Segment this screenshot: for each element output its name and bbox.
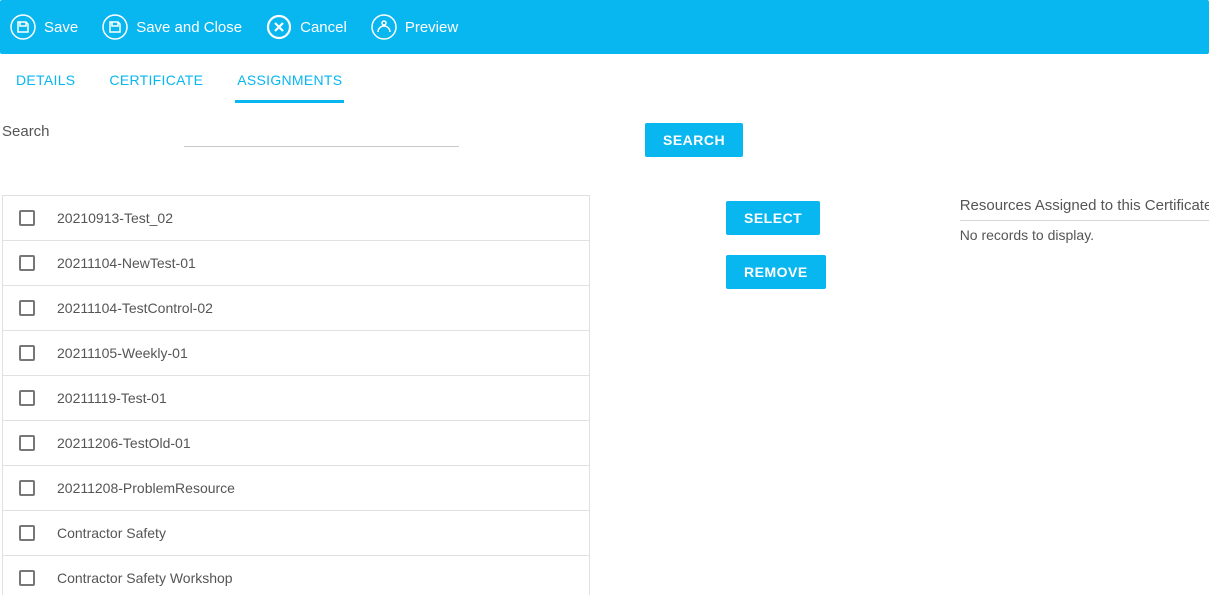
save-and-close-button[interactable]: Save and Close xyxy=(102,14,242,40)
search-input[interactable] xyxy=(184,121,459,147)
list-item-label: 20211104-NewTest-01 xyxy=(57,255,196,271)
main-area: 20210913-Test_02 20211104-NewTest-01 20211… xyxy=(0,195,1209,595)
list-item[interactable]: 20211104-NewTest-01 xyxy=(3,241,589,286)
tab-assignments[interactable]: ASSIGNMENTS xyxy=(235,72,344,103)
search-row: Search SEARCH xyxy=(0,103,1209,157)
top-toolbar: Save Save and Close Cancel Previ xyxy=(0,0,1209,54)
checkbox[interactable] xyxy=(19,480,35,496)
list-item-label: Contractor Safety xyxy=(57,525,166,541)
list-item[interactable]: 20211105-Weekly-01 xyxy=(3,331,589,376)
select-button[interactable]: SELECT xyxy=(726,201,820,235)
search-button[interactable]: SEARCH xyxy=(645,123,743,157)
preview-label: Preview xyxy=(405,19,458,36)
transfer-buttons: SELECT REMOVE xyxy=(590,195,826,595)
list-item-label: 20210913-Test_02 xyxy=(57,210,173,226)
save-icon xyxy=(10,14,36,40)
checkbox[interactable] xyxy=(19,210,35,226)
save-button[interactable]: Save xyxy=(10,14,78,40)
assigned-empty-text: No records to display. xyxy=(960,221,1126,243)
resource-panel: 20210913-Test_02 20211104-NewTest-01 20211… xyxy=(2,195,590,595)
list-item-label: 20211119-Test-01 xyxy=(57,390,167,406)
save-icon xyxy=(102,14,128,40)
tab-details[interactable]: DETAILS xyxy=(14,72,77,103)
preview-icon xyxy=(371,14,397,40)
checkbox[interactable] xyxy=(19,390,35,406)
assigned-title: Resources Assigned to this Certificate xyxy=(960,197,1209,221)
checkbox[interactable] xyxy=(19,435,35,451)
cancel-icon xyxy=(266,14,292,40)
list-item[interactable]: 20211208-ProblemResource xyxy=(3,466,589,511)
list-item-label: 20211105-Weekly-01 xyxy=(57,345,188,361)
save-label: Save xyxy=(44,19,78,36)
save-and-close-label: Save and Close xyxy=(136,19,242,36)
checkbox[interactable] xyxy=(19,255,35,271)
cancel-label: Cancel xyxy=(300,19,347,36)
tab-bar: DETAILS CERTIFICATE ASSIGNMENTS xyxy=(0,54,1209,103)
checkbox[interactable] xyxy=(19,570,35,586)
list-item-label: 20211206-TestOld-01 xyxy=(57,435,191,451)
list-item[interactable]: Contractor Safety Workshop xyxy=(3,556,589,595)
list-item[interactable]: 20211104-TestControl-02 xyxy=(3,286,589,331)
checkbox[interactable] xyxy=(19,345,35,361)
checkbox[interactable] xyxy=(19,300,35,316)
list-item[interactable]: 20211206-TestOld-01 xyxy=(3,421,589,466)
assigned-panel: Resources Assigned to this Certificate N… xyxy=(826,195,1126,595)
resource-list[interactable]: 20210913-Test_02 20211104-NewTest-01 20211… xyxy=(3,196,589,595)
checkbox[interactable] xyxy=(19,525,35,541)
search-label: Search xyxy=(2,121,62,140)
list-item[interactable]: 20211119-Test-01 xyxy=(3,376,589,421)
list-item[interactable]: 20210913-Test_02 xyxy=(3,196,589,241)
list-item-label: 20211104-TestControl-02 xyxy=(57,300,213,316)
list-item-label: Contractor Safety Workshop xyxy=(57,570,233,586)
list-item-label: 20211208-ProblemResource xyxy=(57,480,235,496)
list-item[interactable]: Contractor Safety xyxy=(3,511,589,556)
cancel-button[interactable]: Cancel xyxy=(266,14,347,40)
remove-button[interactable]: REMOVE xyxy=(726,255,826,289)
preview-button[interactable]: Preview xyxy=(371,14,458,40)
tab-certificate[interactable]: CERTIFICATE xyxy=(107,72,205,103)
